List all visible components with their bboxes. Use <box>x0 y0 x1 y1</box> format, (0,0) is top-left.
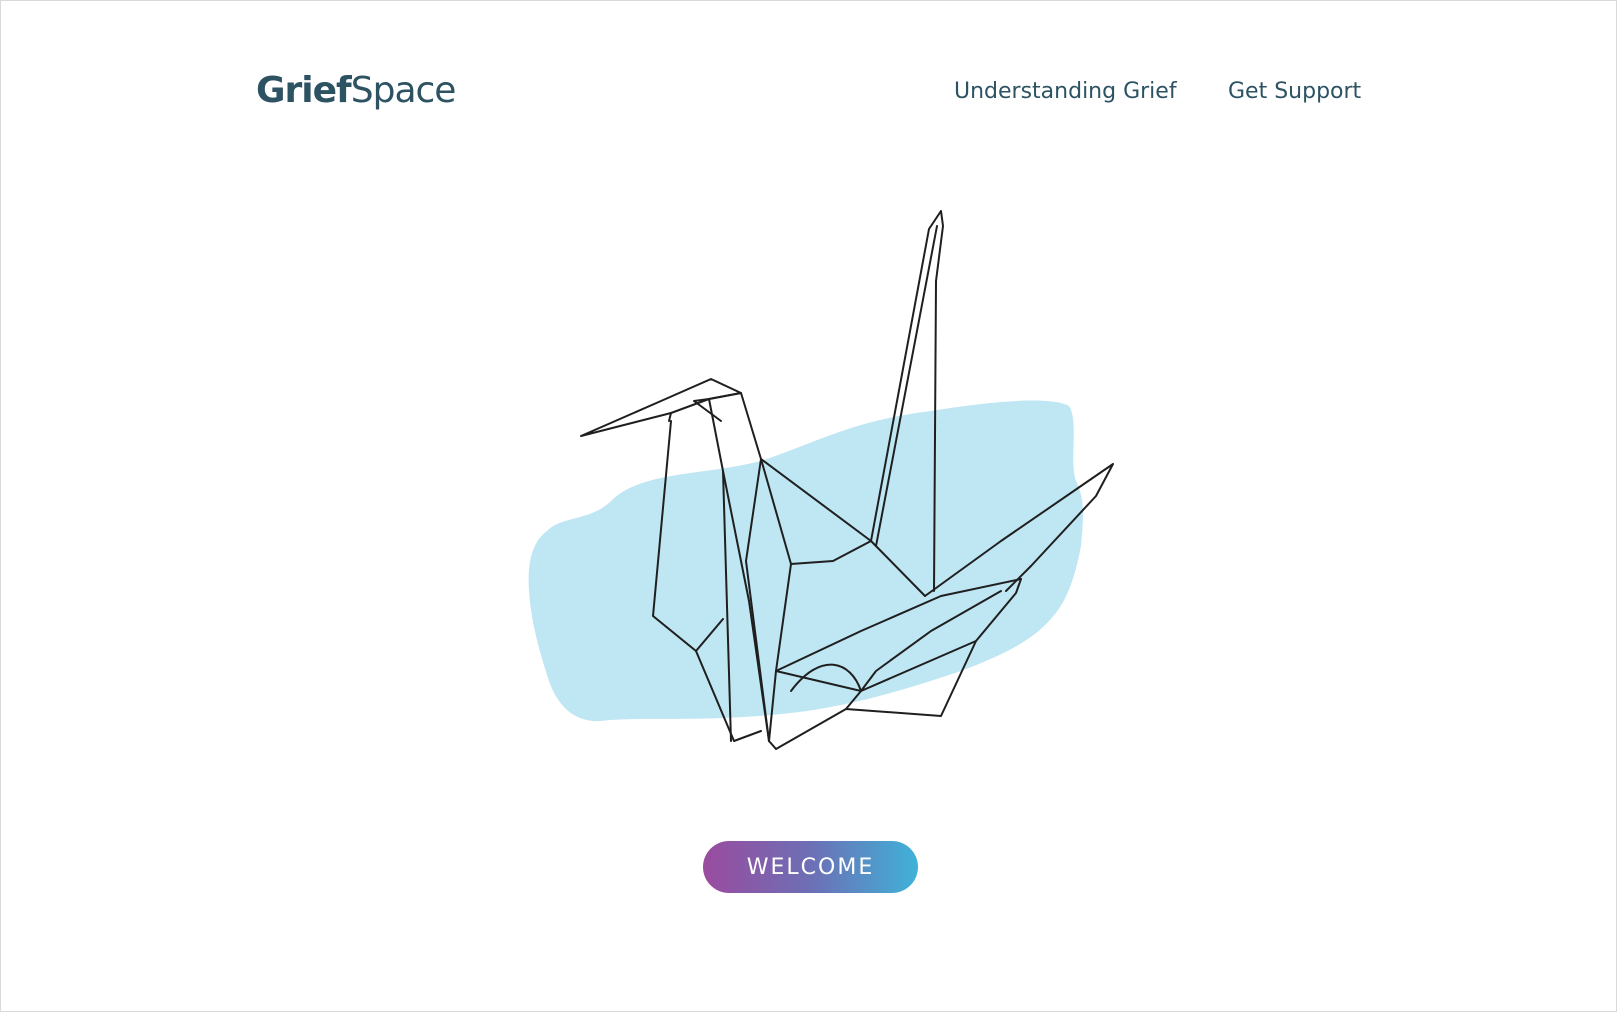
site-header: GriefSpace Understanding Grief Get Suppo… <box>1 1 1617 191</box>
origami-crane-illustration <box>528 210 1114 750</box>
nav-link-understanding-grief[interactable]: Understanding Grief <box>954 77 1177 107</box>
page-frame: GriefSpace Understanding Grief Get Suppo… <box>0 0 1617 1012</box>
watercolor-blob <box>528 400 1084 722</box>
welcome-button[interactable]: WELCOME <box>703 841 918 893</box>
brand-name-secondary: Space <box>350 70 457 111</box>
nav-link-get-support[interactable]: Get Support <box>1228 77 1361 107</box>
brand-logo[interactable]: GriefSpace <box>256 67 457 115</box>
brand-name-primary: Grief <box>256 70 352 111</box>
